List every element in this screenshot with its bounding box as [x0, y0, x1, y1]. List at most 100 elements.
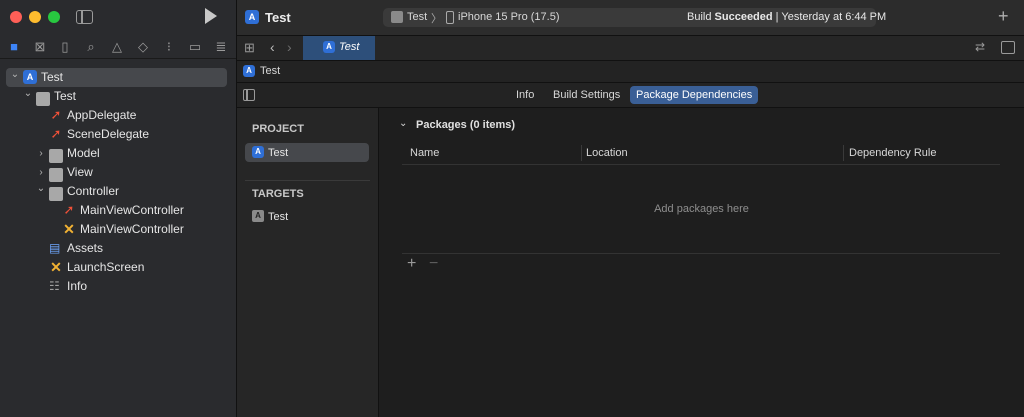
target-icon: A	[252, 210, 264, 222]
inspector-toggle-icon[interactable]	[1001, 41, 1015, 54]
remove-package-button[interactable]: −	[429, 255, 438, 273]
window-toolbar: A Test Test 〉 iPhone 15 Pro (17.5) Build…	[237, 0, 1024, 36]
folder-icon[interactable]: ■	[6, 40, 22, 54]
bookmark-icon[interactable]: ▯	[57, 40, 73, 54]
packages-title: Packages (0 items)	[416, 119, 516, 131]
column-dependency-rule[interactable]: Dependency Rule	[849, 147, 936, 159]
zoom-window-button[interactable]	[48, 11, 60, 23]
scheme-selector[interactable]: Test	[407, 11, 427, 23]
breadcrumb: A Test	[237, 61, 1024, 83]
tab-package-dependencies[interactable]: Package Dependencies	[630, 86, 759, 104]
tree-row-label: Test	[41, 70, 64, 84]
debug-icon[interactable]: ⁝	[161, 40, 177, 54]
tab-bar: ⊞ ‹ › A Test ⇄	[237, 36, 1024, 61]
tree-row-label: MainViewController	[80, 222, 184, 236]
interface-builder-icon: ✕	[50, 259, 62, 275]
panel-toggle-icon[interactable]	[243, 89, 255, 101]
footer-divider	[402, 253, 1000, 254]
folder-icon	[49, 168, 63, 182]
run-icon[interactable]	[205, 8, 217, 24]
sidebar-toggle-icon[interactable]	[76, 10, 93, 24]
tree-row-label: Model	[67, 146, 100, 160]
add-package-button[interactable]: +	[407, 255, 416, 273]
folder-icon	[36, 92, 50, 106]
project-header: PROJECT	[252, 123, 304, 135]
column-location[interactable]: Location	[586, 147, 628, 159]
navigator-selector-bar: ■ ⊠ ▯ ⌕ △ ◇ ⁝ ▭ ≣	[0, 36, 236, 59]
issue-icon[interactable]: △	[109, 40, 125, 54]
breadcrumb-item[interactable]: Test	[260, 65, 280, 77]
header-divider	[402, 164, 1000, 165]
tree-row-label: AppDelegate	[67, 108, 137, 122]
iphone-icon	[446, 11, 454, 24]
disclosure-open-icon[interactable]: ⌄	[10, 65, 20, 84]
target-list-item[interactable]: A Test	[245, 207, 369, 226]
refresh-icon[interactable]: ⇄	[975, 40, 985, 54]
build-status-prefix: Build	[687, 11, 715, 23]
tab-test[interactable]: A Test	[303, 36, 375, 60]
project-icon: A	[243, 65, 255, 77]
packages-editor: ⌄ Packages (0 items) Name Location Depen…	[379, 108, 1024, 417]
project-item-label: Test	[268, 147, 289, 159]
empty-state-text: Add packages here	[654, 203, 749, 215]
add-button[interactable]: +	[998, 6, 1009, 27]
find-icon[interactable]: ⌕	[83, 40, 99, 54]
target-item-label: Test	[268, 211, 289, 223]
project-icon: A	[23, 70, 37, 84]
asset-catalog-icon: ▤	[49, 241, 61, 255]
breakpoint-icon[interactable]: ▭	[187, 40, 203, 54]
back-icon[interactable]: ‹	[270, 39, 275, 55]
tree-row-label: LaunchScreen	[67, 260, 145, 274]
test-icon[interactable]: ◇	[135, 40, 151, 54]
targets-panel: PROJECT A Test TARGETS A Test	[237, 108, 379, 417]
activity-view[interactable]: Test 〉 iPhone 15 Pro (17.5) Build Succee…	[383, 8, 886, 27]
project-icon: A	[323, 41, 335, 53]
swift-file-icon: ➚	[50, 107, 62, 122]
tab-label: Test	[339, 41, 360, 53]
scheme-icon	[391, 11, 403, 23]
forward-icon[interactable]: ›	[287, 39, 292, 55]
tree-row-label: Controller	[67, 184, 120, 198]
build-status-time: | Yesterday at 6:44 PM	[772, 11, 887, 23]
minimize-window-button[interactable]	[29, 11, 41, 23]
column-separator	[581, 145, 582, 161]
divider	[245, 180, 370, 181]
project-icon: A	[245, 10, 259, 24]
tree-row-label: Assets	[67, 241, 104, 255]
interface-builder-icon: ✕	[63, 221, 75, 237]
selected-row-highlight	[6, 68, 227, 87]
column-separator	[843, 145, 844, 161]
navigator-sidebar: ■ ⊠ ▯ ⌕ △ ◇ ⁝ ▭ ≣ ⌄ A Test ⌄ Test ➚ AppDelegat…	[0, 0, 237, 417]
tree-row-label: SceneDelegate	[67, 127, 150, 141]
tree-row-label: Info	[67, 279, 88, 293]
tab-build-settings[interactable]: Build Settings	[547, 86, 626, 104]
grid-icon[interactable]: ⊞	[244, 40, 255, 56]
build-status-result: Succeeded	[714, 11, 773, 23]
column-name[interactable]: Name	[410, 147, 439, 159]
disclosure-open-icon[interactable]: ⌄	[23, 84, 33, 103]
project-icon: A	[252, 146, 264, 158]
tree-row-label: MainViewController	[80, 203, 184, 217]
folder-icon	[49, 187, 63, 201]
tree-row-label: Test	[54, 89, 77, 103]
chevron-down-icon[interactable]: ⌄	[399, 118, 407, 129]
folder-icon	[49, 149, 63, 163]
source-control-icon[interactable]: ⊠	[32, 40, 48, 54]
close-window-button[interactable]	[10, 11, 22, 23]
disclosure-closed-icon[interactable]: ›	[36, 144, 46, 163]
swift-file-icon: ➚	[50, 126, 62, 141]
editor-tab-bar: Info Build Settings Package Dependencies	[237, 83, 1024, 108]
project-title: Test	[265, 10, 291, 25]
project-list-item[interactable]: A Test	[245, 143, 369, 162]
tab-info[interactable]: Info	[510, 86, 540, 104]
disclosure-open-icon[interactable]: ⌄	[36, 179, 46, 198]
swift-file-icon: ➚	[63, 202, 75, 217]
main-area: A Test Test 〉 iPhone 15 Pro (17.5) Build…	[237, 0, 1024, 417]
plist-icon: ☷	[49, 279, 60, 293]
tree-row-label: View	[67, 165, 93, 179]
report-icon[interactable]: ≣	[213, 40, 229, 54]
device-selector[interactable]: iPhone 15 Pro (17.5)	[458, 11, 560, 23]
chevron-right-icon: 〉	[431, 13, 442, 25]
build-status: Build Succeeded | Yesterday at 6:44 PM	[687, 11, 886, 23]
targets-header: TARGETS	[252, 188, 304, 200]
